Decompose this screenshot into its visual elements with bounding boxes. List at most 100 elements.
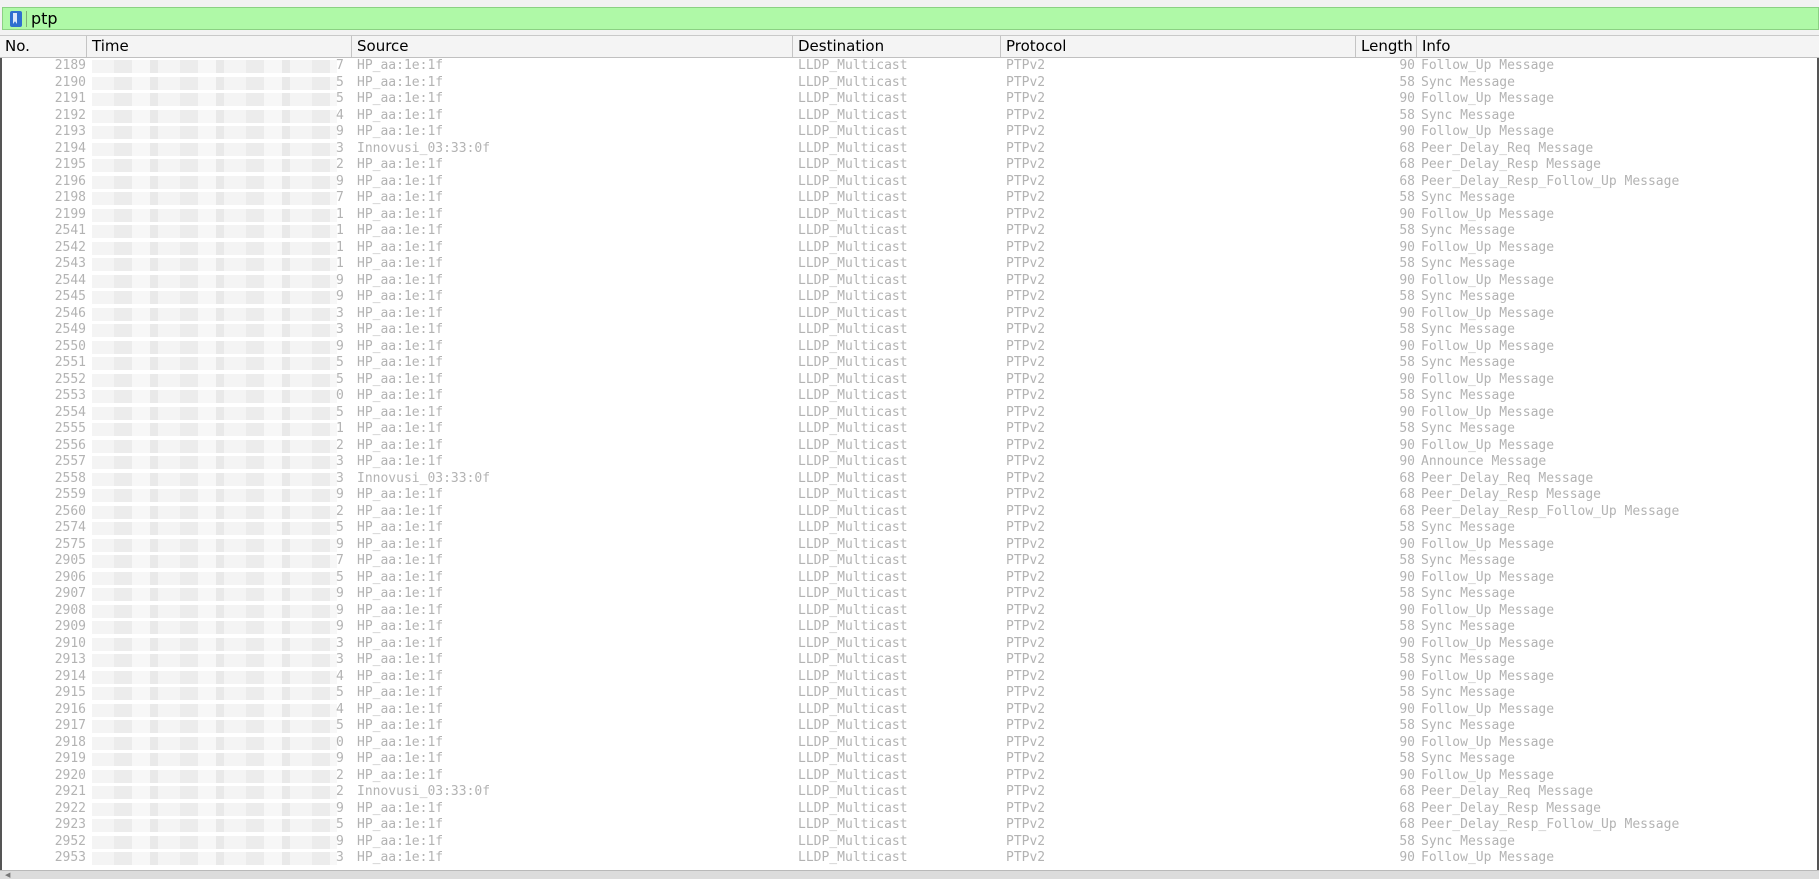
packet-row[interactable]: 2191 5 HP_aa:1e:1f LLDP_Multicast PTPv2 90 Fol… — [2, 91, 1817, 108]
packet-time-tail: 0 — [336, 734, 344, 750]
packet-row[interactable]: 2541 1 HP_aa:1e:1f LLDP_Multicast PTPv2 58 Syn… — [2, 223, 1817, 240]
packet-number: 2909 — [54, 619, 86, 634]
packet-info: Sync Message — [1421, 421, 1515, 436]
packet-row[interactable]: 2913 3 HP_aa:1e:1f LLDP_Multicast PTPv2 58 Syn… — [2, 652, 1817, 669]
packet-protocol: PTPv2 — [1006, 421, 1046, 436]
packet-row[interactable]: 2559 9 HP_aa:1e:1f LLDP_Multicast PTPv2 68 Pee… — [2, 487, 1817, 504]
packet-row[interactable]: 2542 1 HP_aa:1e:1f LLDP_Multicast PTPv2 90 Fol… — [2, 240, 1817, 257]
packet-row[interactable]: 2923 5 HP_aa:1e:1f LLDP_Multicast PTPv2 68 Pee… — [2, 817, 1817, 834]
packet-row[interactable]: 2560 2 HP_aa:1e:1f LLDP_Multicast PTPv2 68 Pee… — [2, 504, 1817, 521]
packet-row[interactable]: 2905 7 HP_aa:1e:1f LLDP_Multicast PTPv2 58 Syn… — [2, 553, 1817, 570]
column-header-destination[interactable]: Destination — [793, 36, 1001, 57]
packet-number: 2552 — [54, 371, 86, 387]
packet-length: 68 — [1399, 470, 1415, 486]
packet-row[interactable]: 2922 9 HP_aa:1e:1f LLDP_Multicast PTPv2 68 Pee… — [2, 801, 1817, 818]
packet-row[interactable]: 2554 5 HP_aa:1e:1f LLDP_Multicast PTPv2 90 Fol… — [2, 405, 1817, 422]
packet-time-tail: 1 — [336, 256, 344, 271]
packet-row[interactable]: 2557 3 HP_aa:1e:1f LLDP_Multicast PTPv2 90 Ann… — [2, 454, 1817, 471]
packet-destination: LLDP_Multicast — [798, 223, 908, 238]
packet-info: Sync Message — [1421, 355, 1515, 370]
packet-protocol: PTPv2 — [1006, 239, 1046, 255]
packet-row[interactable]: 2921 2 Innovusi_03:33:0f LLDP_Multicast PTPv… — [2, 784, 1817, 801]
redacted-time — [92, 208, 337, 222]
packet-protocol: PTPv2 — [1006, 652, 1046, 667]
packet-length: 68 — [1399, 784, 1415, 799]
column-header-protocol[interactable]: Protocol — [1001, 36, 1356, 57]
packet-time-tail: 1 — [336, 206, 344, 222]
packet-row[interactable]: 2910 3 HP_aa:1e:1f LLDP_Multicast PTPv2 90 Fol… — [2, 636, 1817, 653]
packet-info: Follow_Up Message — [1421, 338, 1555, 354]
packet-row[interactable]: 2551 5 HP_aa:1e:1f LLDP_Multicast PTPv2 58 Syn… — [2, 355, 1817, 372]
packet-row[interactable]: 2919 9 HP_aa:1e:1f LLDP_Multicast PTPv2 58 Syn… — [2, 751, 1817, 768]
packet-row[interactable]: 2195 2 HP_aa:1e:1f LLDP_Multicast PTPv2 68 Pee… — [2, 157, 1817, 174]
packet-row[interactable]: 2952 9 HP_aa:1e:1f LLDP_Multicast PTPv2 58 Syn… — [2, 834, 1817, 851]
packet-row[interactable]: 2553 0 HP_aa:1e:1f LLDP_Multicast PTPv2 58 Syn… — [2, 388, 1817, 405]
packet-row[interactable]: 2558 3 Innovusi_03:33:0f LLDP_Multicast PTPv… — [2, 471, 1817, 488]
packet-row[interactable]: 2196 9 HP_aa:1e:1f LLDP_Multicast PTPv2 68 Pee… — [2, 174, 1817, 191]
packet-row[interactable]: 2555 1 HP_aa:1e:1f LLDP_Multicast PTPv2 58 Syn… — [2, 421, 1817, 438]
packet-row[interactable]: 2546 3 HP_aa:1e:1f LLDP_Multicast PTPv2 90 Fol… — [2, 306, 1817, 323]
packet-info: Follow_Up Message — [1421, 569, 1555, 585]
packet-row[interactable]: 2909 9 HP_aa:1e:1f LLDP_Multicast PTPv2 58 Syn… — [2, 619, 1817, 636]
packet-row[interactable]: 2574 5 HP_aa:1e:1f LLDP_Multicast PTPv2 58 Syn… — [2, 520, 1817, 537]
packet-row[interactable]: 2575 9 HP_aa:1e:1f LLDP_Multicast PTPv2 90 Fol… — [2, 537, 1817, 554]
packet-row[interactable]: 2545 9 HP_aa:1e:1f LLDP_Multicast PTPv2 58 Syn… — [2, 289, 1817, 306]
packet-row[interactable]: 2190 5 HP_aa:1e:1f LLDP_Multicast PTPv2 58 Syn… — [2, 75, 1817, 92]
packet-destination: LLDP_Multicast — [798, 668, 908, 684]
packet-row[interactable]: 2189 7 HP_aa:1e:1f LLDP_Multicast PTPv2 90 Fol… — [2, 58, 1817, 75]
packet-source: HP_aa:1e:1f — [357, 503, 444, 519]
column-header-no[interactable]: No. — [0, 36, 87, 57]
packet-protocol: PTPv2 — [1006, 388, 1046, 403]
packet-row[interactable]: 2915 5 HP_aa:1e:1f LLDP_Multicast PTPv2 58 Syn… — [2, 685, 1817, 702]
packet-row[interactable]: 2199 1 HP_aa:1e:1f LLDP_Multicast PTPv2 90 Fol… — [2, 207, 1817, 224]
packet-time-tail: 2 — [336, 157, 344, 172]
packet-length: 58 — [1399, 751, 1415, 766]
packet-row[interactable]: 2192 4 HP_aa:1e:1f LLDP_Multicast PTPv2 58 Syn… — [2, 108, 1817, 125]
column-header-info[interactable]: Info — [1417, 36, 1819, 57]
packet-number: 2908 — [54, 602, 86, 618]
packet-row[interactable]: 2552 5 HP_aa:1e:1f LLDP_Multicast PTPv2 90 Fol… — [2, 372, 1817, 389]
packet-row[interactable]: 2917 5 HP_aa:1e:1f LLDP_Multicast PTPv2 58 Syn… — [2, 718, 1817, 735]
packet-info: Sync Message — [1421, 388, 1515, 403]
packet-number: 2190 — [54, 74, 86, 90]
packet-info: Follow_Up Message — [1421, 272, 1555, 288]
display-filter-input[interactable]: ptp — [2, 7, 1819, 30]
packet-row[interactable]: 2194 3 Innovusi_03:33:0f LLDP_Multicast PTPv… — [2, 141, 1817, 158]
packet-number: 2543 — [54, 256, 86, 271]
packet-row[interactable]: 2550 9 HP_aa:1e:1f LLDP_Multicast PTPv2 90 Fol… — [2, 339, 1817, 356]
column-header-length[interactable]: Length — [1356, 36, 1417, 57]
packet-row[interactable]: 2906 5 HP_aa:1e:1f LLDP_Multicast PTPv2 90 Fol… — [2, 570, 1817, 587]
redacted-time — [92, 175, 337, 189]
column-header-time[interactable]: Time — [87, 36, 352, 57]
packet-number: 2559 — [54, 487, 86, 502]
column-header-source[interactable]: Source — [352, 36, 793, 57]
packet-length: 58 — [1399, 190, 1415, 205]
packet-row[interactable]: 2914 4 HP_aa:1e:1f LLDP_Multicast PTPv2 90 Fol… — [2, 669, 1817, 686]
packet-row[interactable]: 2549 3 HP_aa:1e:1f LLDP_Multicast PTPv2 58 Syn… — [2, 322, 1817, 339]
packet-number: 2541 — [54, 223, 86, 238]
packet-destination: LLDP_Multicast — [798, 520, 908, 535]
redacted-time — [92, 324, 337, 337]
packet-row[interactable]: 2556 2 HP_aa:1e:1f LLDP_Multicast PTPv2 90 Fol… — [2, 438, 1817, 455]
packet-protocol: PTPv2 — [1006, 173, 1046, 189]
packet-row[interactable]: 2908 9 HP_aa:1e:1f LLDP_Multicast PTPv2 90 Fol… — [2, 603, 1817, 620]
packet-source: HP_aa:1e:1f — [357, 652, 444, 667]
packet-row[interactable]: 2198 7 HP_aa:1e:1f LLDP_Multicast PTPv2 58 Syn… — [2, 190, 1817, 207]
bookmark-icon[interactable] — [10, 11, 22, 27]
packet-length: 58 — [1399, 322, 1415, 337]
packet-row[interactable]: 2193 9 HP_aa:1e:1f LLDP_Multicast PTPv2 90 Fol… — [2, 124, 1817, 141]
packet-row[interactable]: 2953 3 HP_aa:1e:1f LLDP_Multicast PTPv2 90 Fol… — [2, 850, 1817, 867]
packet-destination: LLDP_Multicast — [798, 602, 908, 618]
display-filter-text[interactable]: ptp — [31, 9, 58, 29]
packet-time-tail: 9 — [336, 833, 344, 849]
packet-destination: LLDP_Multicast — [798, 190, 908, 205]
packet-row[interactable]: 2907 9 HP_aa:1e:1f LLDP_Multicast PTPv2 58 Syn… — [2, 586, 1817, 603]
redacted-time — [92, 753, 337, 766]
packet-info: Sync Message — [1421, 685, 1515, 700]
packet-list[interactable]: 2189 7 HP_aa:1e:1f LLDP_Multicast PTPv2 90 Fol… — [0, 58, 1819, 870]
packet-row[interactable]: 2920 2 HP_aa:1e:1f LLDP_Multicast PTPv2 90 Fol… — [2, 768, 1817, 785]
packet-row[interactable]: 2543 1 HP_aa:1e:1f LLDP_Multicast PTPv2 58 Syn… — [2, 256, 1817, 273]
packet-row[interactable]: 2916 4 HP_aa:1e:1f LLDP_Multicast PTPv2 90 Fol… — [2, 702, 1817, 719]
packet-row[interactable]: 2544 9 HP_aa:1e:1f LLDP_Multicast PTPv2 90 Fol… — [2, 273, 1817, 290]
packet-row[interactable]: 2918 0 HP_aa:1e:1f LLDP_Multicast PTPv2 90 Fol… — [2, 735, 1817, 752]
